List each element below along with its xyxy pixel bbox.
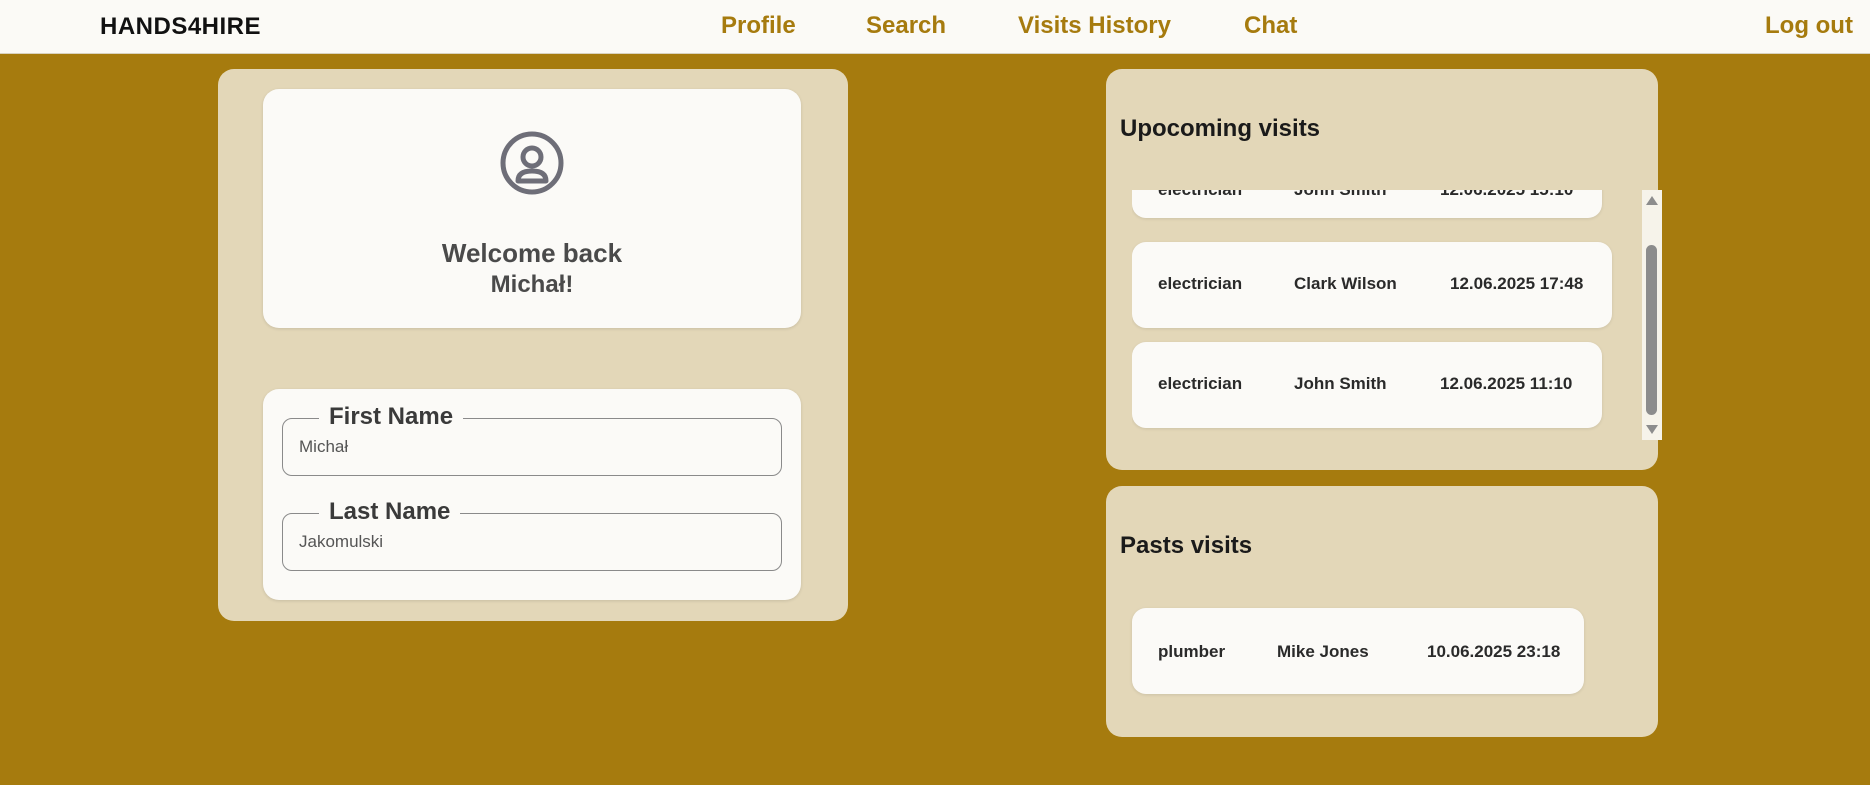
welcome-message: Welcome back bbox=[441, 238, 623, 268]
visit-card[interactable]: electrician Clark Wilson 12.06.2025 17:4… bbox=[1132, 242, 1612, 328]
user-circle-icon bbox=[500, 131, 564, 195]
upcoming-visits-list[interactable]: electrician John Smith 12.06.2025 15:10 … bbox=[1132, 190, 1628, 440]
last-name-label: Last Name bbox=[319, 498, 461, 526]
welcome-card: Welcome back Michał! bbox=[263, 89, 801, 328]
visit-profession: plumber bbox=[1158, 642, 1226, 661]
scroll-thumb[interactable] bbox=[1646, 245, 1657, 415]
brand-logo[interactable]: HANDS4HIRE bbox=[100, 13, 261, 41]
visit-profession: electrician bbox=[1158, 274, 1243, 293]
visit-profession: electrician bbox=[1158, 374, 1243, 393]
last-name-field[interactable]: Last Name Jakomulski bbox=[282, 498, 782, 571]
scroll-up-arrow-icon[interactable] bbox=[1646, 196, 1658, 205]
visit-worker-name: Clark Wilson bbox=[1294, 274, 1397, 293]
nav-profile-link[interactable]: Profile bbox=[721, 12, 796, 40]
visit-worker-name: John Smith bbox=[1294, 190, 1387, 200]
visit-card[interactable]: plumber Mike Jones 10.06.2025 23:18 bbox=[1132, 608, 1584, 694]
scroll-down-arrow-icon[interactable] bbox=[1646, 425, 1658, 434]
visit-card[interactable]: electrician John Smith 12.06.2025 11:10 bbox=[1132, 342, 1602, 428]
past-visits-panel: Pasts visits plumber Mike Jones 10.06.20… bbox=[1106, 486, 1658, 737]
welcome-user-name: Michał! bbox=[490, 271, 574, 298]
visit-worker-name: Mike Jones bbox=[1277, 642, 1369, 661]
nav-chat-link[interactable]: Chat bbox=[1244, 12, 1297, 40]
visit-card[interactable]: electrician John Smith 12.06.2025 15:10 bbox=[1132, 190, 1602, 218]
first-name-field[interactable]: First Name Michał bbox=[282, 403, 782, 476]
upcoming-visits-scrollbar[interactable] bbox=[1642, 190, 1662, 440]
nav-search-link[interactable]: Search bbox=[866, 12, 946, 40]
first-name-label: First Name bbox=[319, 403, 464, 431]
visit-datetime: 10.06.2025 23:18 bbox=[1427, 642, 1561, 661]
profile-form-card: First Name Michał Last Name Jakomulski bbox=[263, 389, 801, 600]
last-name-value[interactable]: Jakomulski bbox=[299, 532, 383, 552]
visit-datetime: 12.06.2025 11:10 bbox=[1440, 374, 1573, 393]
visit-datetime: 12.06.2025 17:48 bbox=[1450, 274, 1584, 293]
past-visits-title: Pasts visits bbox=[1120, 532, 1253, 559]
visit-worker-name: John Smith bbox=[1294, 374, 1387, 393]
top-navbar: HANDS4HIRE Profile Search Visits History… bbox=[0, 0, 1870, 54]
visit-profession: electrician bbox=[1158, 190, 1242, 200]
profile-panel: Welcome back Michał! First Name Michał L… bbox=[218, 69, 848, 621]
nav-visits-history-link[interactable]: Visits History bbox=[1018, 12, 1171, 40]
logout-link[interactable]: Log out bbox=[1765, 12, 1853, 40]
visit-datetime: 12.06.2025 15:10 bbox=[1440, 190, 1573, 200]
first-name-value[interactable]: Michał bbox=[299, 437, 348, 457]
upcoming-visits-title: Upocoming visits bbox=[1120, 115, 1321, 142]
